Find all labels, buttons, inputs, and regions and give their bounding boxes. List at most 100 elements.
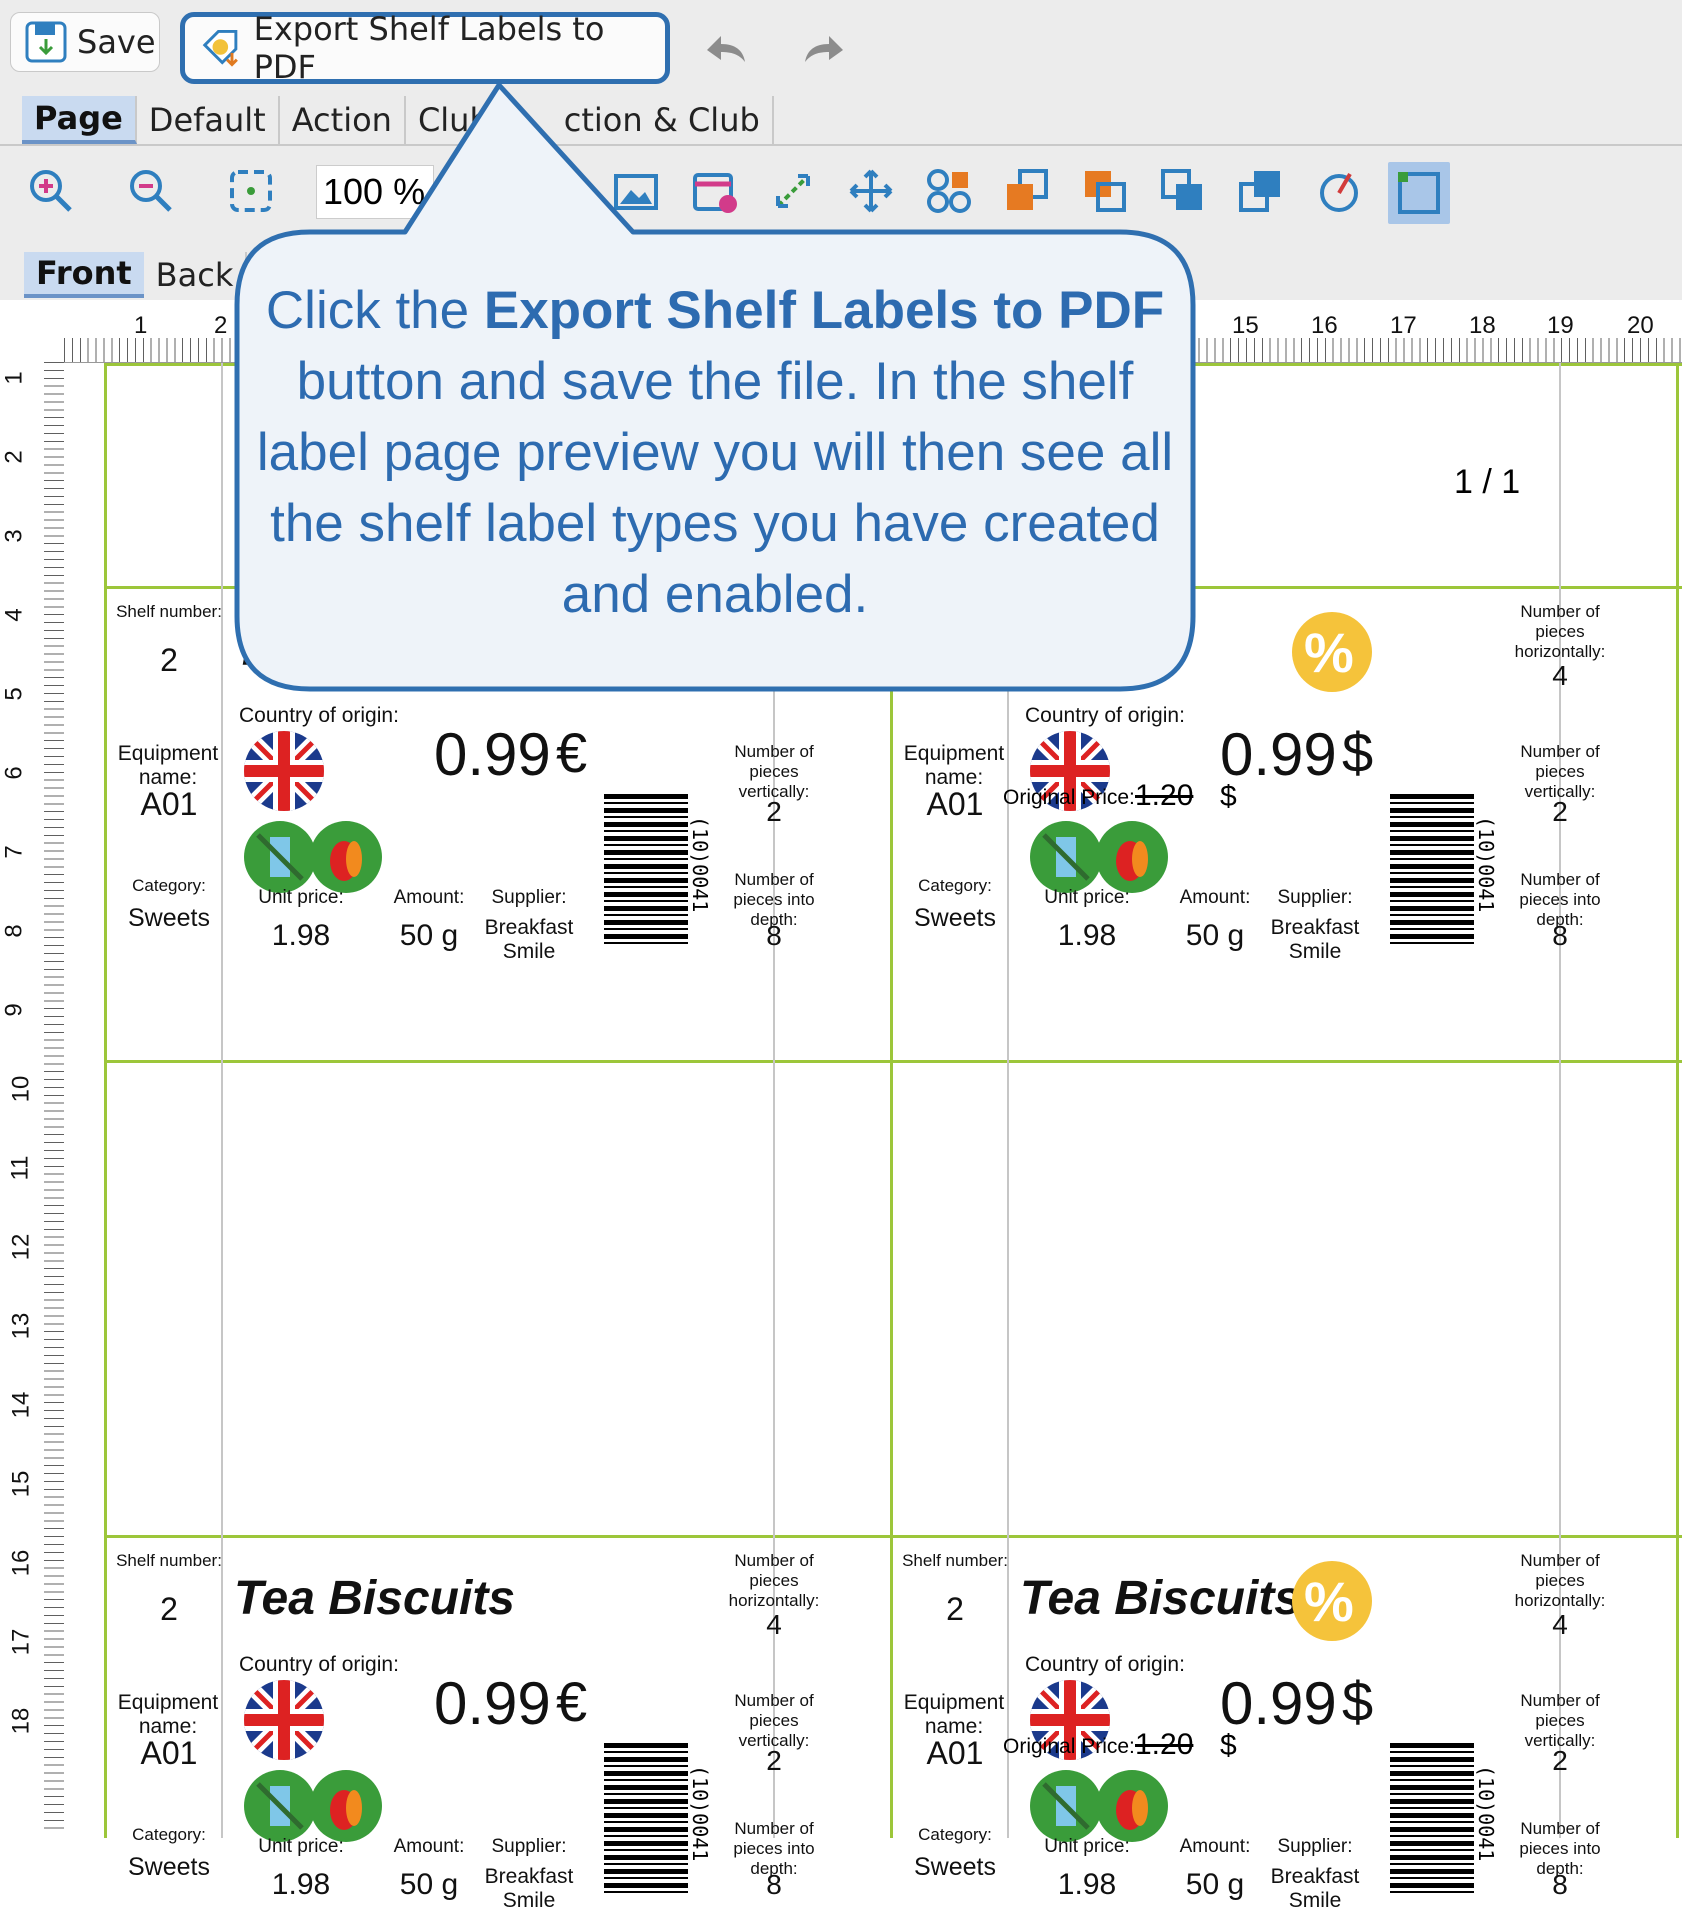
tab-club[interactable]: Club — [406, 96, 502, 144]
tab-default[interactable]: Default — [137, 96, 280, 144]
equipment-label: Equipment name: — [117, 742, 219, 789]
undo-icon — [707, 36, 745, 62]
product-name: scuits — [1020, 623, 1159, 676]
bring-forward-button[interactable] — [1076, 162, 1134, 220]
tab-action-club[interactable]: ction & Club — [552, 96, 774, 144]
supplier-label: Supplier: — [491, 1836, 567, 1857]
zoom-in-button[interactable] — [22, 162, 80, 220]
calendar-icon — [693, 173, 737, 213]
ruler-left-number: 10 — [7, 1075, 35, 1103]
original-currency: $ — [1220, 780, 1237, 813]
shelf-number: 2 — [160, 642, 178, 678]
country-label: Country of origin: — [239, 1653, 399, 1676]
price: 0.99 — [434, 1670, 551, 1737]
equipment-name: A01 — [926, 1735, 984, 1771]
amount: 50 g — [1185, 919, 1245, 952]
move-icon — [849, 169, 893, 213]
ruler-left-number: 1 — [0, 371, 28, 385]
pieces-depth: 8 — [766, 920, 782, 951]
tab-front[interactable]: Front — [24, 252, 144, 298]
shelf-number: 2 — [946, 642, 964, 678]
tab-action[interactable]: Action — [280, 96, 406, 144]
send-backward-button[interactable] — [1154, 162, 1212, 220]
bring-forward-icon — [1085, 171, 1126, 212]
supplier: Breakfast Smile — [484, 916, 574, 963]
move-button[interactable] — [842, 162, 900, 220]
ruler-left-number: 6 — [0, 766, 28, 780]
milk-crossed-shape — [1042, 1782, 1090, 1830]
ruler-left-number: 5 — [0, 687, 28, 701]
discount-symbol: % — [1304, 621, 1354, 684]
save-icon — [25, 21, 67, 63]
fit-page-icon — [230, 170, 272, 212]
pepper-shape — [330, 1790, 362, 1830]
send-to-back-button[interactable] — [1232, 162, 1290, 220]
discount-symbol: % — [1304, 1570, 1354, 1633]
shelf-number-label: Shelf number: — [116, 1551, 222, 1570]
ruler-left-number: 8 — [0, 924, 28, 938]
pieces-horizontal-label: Number of pieces horizontally: — [728, 1551, 820, 1610]
ruler-top-number: 16 — [1311, 312, 1338, 339]
shelf-number: 2 — [160, 1591, 178, 1627]
equipment-name: A01 — [140, 786, 198, 822]
ruler-left-number: 13 — [7, 1312, 35, 1340]
country-label: Country of origin: — [239, 704, 399, 727]
equipment-label: Equipment name: — [117, 1691, 219, 1738]
ruler-top-number: 15 — [1232, 312, 1259, 339]
currency: $ — [1342, 1670, 1374, 1733]
pieces-vertical-label: Number of pieces vertically: — [1520, 742, 1600, 801]
supplier-label: Supplier: — [1277, 887, 1353, 908]
vegetable-icon — [310, 1770, 382, 1842]
original-currency: $ — [1220, 1729, 1237, 1762]
amount: 50 g — [399, 919, 459, 952]
shelf-number-label: Shelf number: — [116, 602, 222, 621]
ruler-vertical: 1 2 3 4 5 6 7 8 9 10 11 12 13 14 15 16 17 18 — [0, 362, 65, 1832]
ruler-ticks — [44, 362, 64, 1832]
redo-button[interactable] — [795, 22, 855, 72]
price: 0.99 — [1220, 1670, 1337, 1737]
barcode-image — [604, 1743, 688, 1897]
zoom-out-icon — [130, 170, 172, 212]
insert-image-button[interactable] — [607, 162, 665, 220]
bring-to-front-button[interactable] — [998, 162, 1056, 220]
amount: 50 g — [1185, 1868, 1245, 1901]
undo-button[interactable] — [695, 22, 755, 72]
barcode-image — [1390, 794, 1474, 948]
pepper-shape — [1116, 841, 1148, 881]
export-shelf-labels-pdf-button[interactable]: Export Shelf Labels to PDF — [180, 10, 670, 86]
price-tag-icon — [202, 30, 238, 67]
tab-back[interactable]: Back — [144, 252, 248, 298]
tab-page[interactable]: Page — [22, 96, 137, 144]
category-value: Sweets — [914, 904, 996, 932]
lactose-free-icon — [1030, 1770, 1102, 1842]
label-border — [104, 363, 107, 1838]
save-button[interactable]: Save — [10, 12, 160, 72]
bring-to-front-icon — [1007, 169, 1048, 210]
category-value: Sweets — [128, 1853, 210, 1881]
equipment-name: A01 — [140, 1735, 198, 1771]
ruler-top-number: 18 — [1469, 312, 1496, 339]
ruler-left-number: 11 — [6, 1155, 34, 1181]
equipment-label: Equipment name: — [903, 1691, 1005, 1738]
zoom-out-button[interactable] — [122, 162, 180, 220]
resize-button[interactable] — [764, 162, 822, 220]
unit-price-label: Unit price: — [1044, 1836, 1130, 1857]
zoom-input[interactable]: 100 % — [316, 165, 434, 219]
rotate-button[interactable] — [1310, 162, 1368, 220]
amount-label: Amount: — [393, 887, 465, 908]
resize-icon — [776, 174, 810, 208]
barcode-text: (10)0041 — [688, 1765, 712, 1862]
label-border — [104, 1060, 1682, 1063]
supplier: Breakfast Smile — [1270, 1865, 1360, 1912]
pieces-depth: 8 — [1552, 1869, 1568, 1900]
group-button[interactable] — [920, 162, 978, 220]
fit-page-button[interactable] — [222, 162, 280, 220]
price: 0.99 — [1220, 721, 1337, 788]
uk-flag-shape — [244, 1680, 324, 1760]
ruler-left-number: 9 — [0, 1003, 28, 1017]
unit-price: 1.98 — [1057, 1868, 1117, 1901]
insert-date-button[interactable] — [686, 162, 744, 220]
ruler-left-number: 12 — [7, 1233, 35, 1261]
amount: 50 g — [399, 1868, 459, 1901]
frame-toggle-button[interactable] — [1388, 162, 1450, 224]
